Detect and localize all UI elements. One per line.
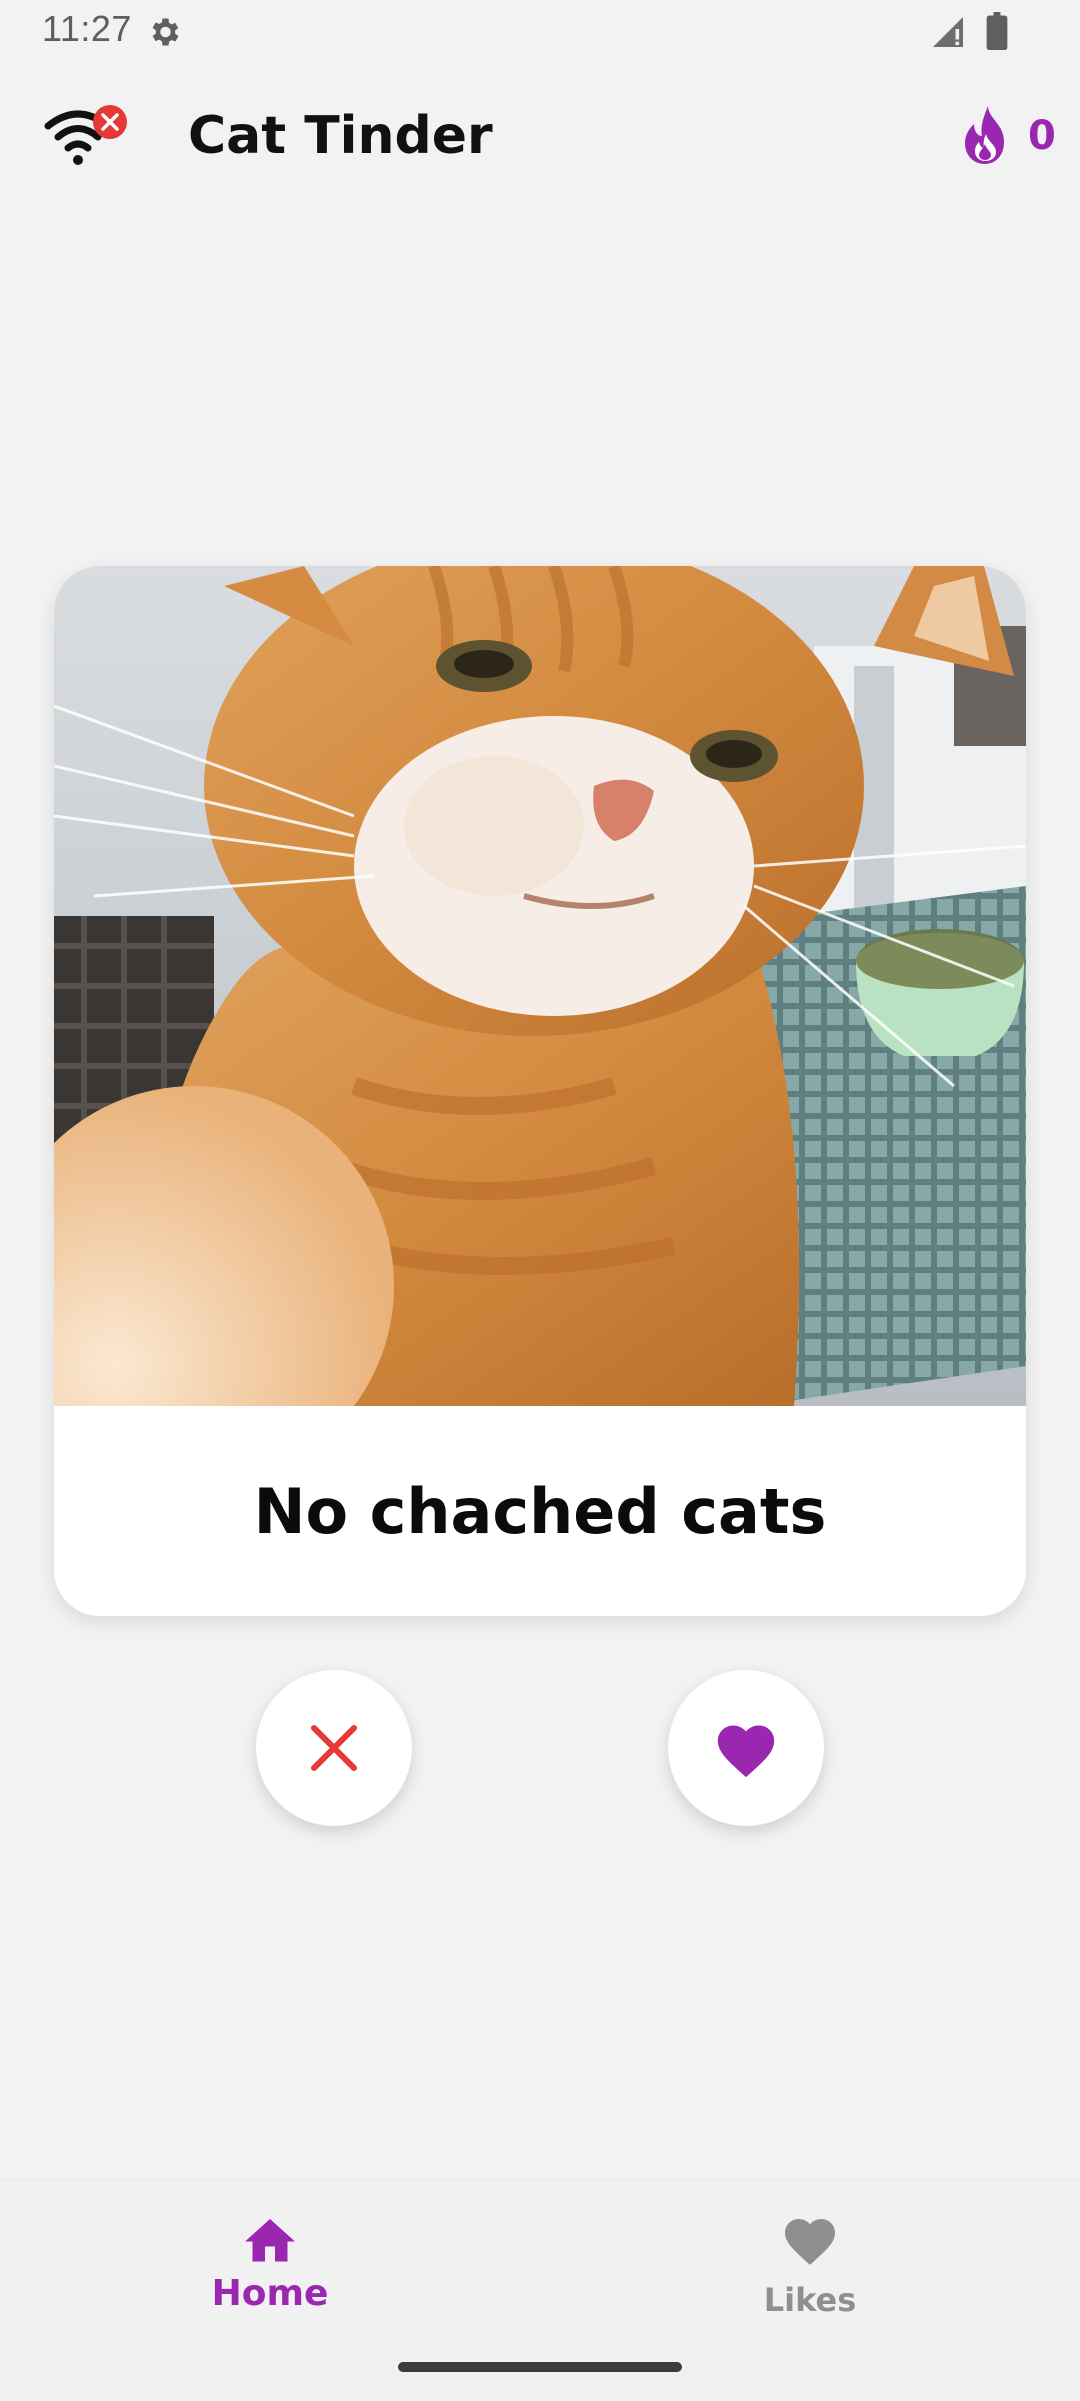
- card-caption: No chached cats: [253, 1474, 827, 1548]
- app-bar: Cat Tinder 0: [0, 80, 1080, 190]
- home-icon: [245, 2219, 295, 2262]
- nav-item-likes[interactable]: Likes: [680, 2211, 940, 2341]
- settings-gear-icon: [152, 18, 179, 46]
- like-count: 0: [1028, 113, 1056, 159]
- like-button[interactable]: [668, 1670, 824, 1826]
- close-icon: [311, 1725, 357, 1771]
- status-time: 11:27: [42, 8, 132, 49]
- heart-icon: [717, 1725, 775, 1778]
- signal-icon: [933, 17, 963, 47]
- cat-photo: [54, 566, 1026, 1406]
- app-title: Cat Tinder: [188, 106, 493, 166]
- flame-icon[interactable]: [958, 104, 1012, 166]
- nav-item-home[interactable]: Home: [140, 2211, 400, 2341]
- cat-card[interactable]: No chached cats: [54, 566, 1026, 1616]
- battery-icon: [986, 12, 1008, 50]
- status-bar: 11:27: [0, 0, 1080, 62]
- nav-label-home: Home: [211, 2273, 329, 2314]
- heart-icon: [785, 2219, 835, 2265]
- home-indicator[interactable]: [398, 2362, 682, 2372]
- dislike-button[interactable]: [256, 1670, 412, 1826]
- wifi-offline-icon: [44, 105, 127, 165]
- nav-label-likes: Likes: [763, 2281, 857, 2319]
